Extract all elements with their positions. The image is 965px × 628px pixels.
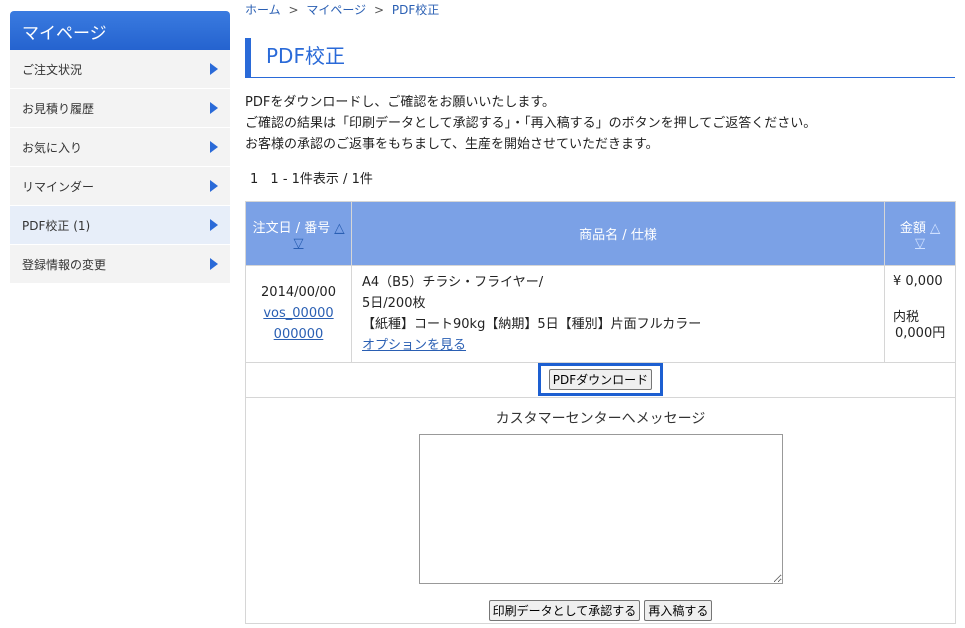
arrow-right-icon (210, 141, 218, 153)
breadcrumb-mypage-link[interactable]: マイページ (306, 3, 366, 17)
product-quantity: 5日/200枚 (362, 296, 426, 311)
approve-button[interactable]: 印刷データとして承認する (488, 600, 641, 621)
sidebar-item-order-status[interactable]: ご注文状況 (10, 50, 230, 89)
sidebar: マイページ ご注文状況 お見積り履歴 お気に入り リマインダー PDF校正 (1… (10, 11, 230, 284)
sort-asc-icon[interactable]: △ (334, 221, 344, 236)
resubmit-button[interactable]: 再入稿する (644, 600, 713, 621)
sidebar-item-quote-history[interactable]: お見積り履歴 (10, 89, 230, 128)
pager: 1 1 - 1件表示 / 1件 (245, 168, 955, 187)
sidebar-item-pdf-proof[interactable]: PDF校正 (1) (10, 206, 230, 245)
arrow-right-icon (210, 219, 218, 231)
arrow-right-icon (210, 102, 218, 114)
sidebar-item-account-settings[interactable]: 登録情報の変更 (10, 245, 230, 284)
tax-label: 内税 (893, 310, 920, 325)
page-number: 1 (250, 172, 259, 187)
sidebar-item-label: ご注文状況 (22, 62, 83, 77)
breadcrumb-separator: > (288, 3, 299, 17)
action-buttons: 印刷データとして承認する 再入稿する (246, 600, 955, 621)
header-order-date: 注文日 / 番号 △ ▽ (245, 201, 352, 266)
arrow-right-icon (210, 180, 218, 192)
intro-line: ご確認の結果は「印刷データとして承認する」・「再入稿する」のボタンを押してご返答… (245, 116, 817, 131)
header-product: 商品名 / 仕様 (351, 201, 885, 266)
sidebar-item-label: お気に入り (22, 140, 83, 155)
intro-line: PDFをダウンロードし、ご確認をお願いいたします。 (245, 95, 556, 110)
breadcrumb-separator: > (373, 3, 385, 17)
sort-asc-icon[interactable]: △ (930, 221, 940, 236)
download-row: PDFダウンロード (245, 362, 956, 398)
breadcrumb-current: PDF校正 (391, 3, 440, 17)
arrow-right-icon (210, 258, 218, 270)
sidebar-title: マイページ (10, 11, 230, 50)
sidebar-item-label: PDF校正 (1) (22, 218, 91, 233)
options-link[interactable]: オプションを見る (362, 338, 466, 353)
sidebar-item-label: 登録情報の変更 (22, 257, 107, 272)
order-number-link[interactable]: vos_00000 000000 (263, 306, 333, 342)
message-row: カスタマーセンターへメッセージ 印刷データとして承認する 再入稿する (245, 397, 956, 624)
breadcrumb-home-link[interactable]: ホーム (245, 3, 281, 17)
main-content: ホーム > マイページ > PDF校正 PDF校正 PDFをダウンロードし、ご確… (245, 0, 956, 624)
header-amount: 金額 △ ▽ (884, 201, 956, 266)
product-name: A4（B5）チラシ・フライヤー/ (362, 275, 544, 290)
message-label: カスタマーセンターへメッセージ (495, 411, 706, 427)
product-cell: A4（B5）チラシ・フライヤー/ 5日/200枚 【紙種】コート90kg【納期】… (351, 265, 885, 363)
order-date: 2014/00/00 (261, 285, 336, 300)
product-spec: 【紙種】コート90kg【納期】5日【種別】片面フルカラー (362, 317, 702, 332)
table-header-row: 注文日 / 番号 △ ▽ 商品名 / 仕様 金額 △ ▽ (245, 201, 956, 266)
message-textarea[interactable] (418, 434, 783, 584)
page-title: PDF校正 (245, 38, 955, 78)
sidebar-item-reminder[interactable]: リマインダー (10, 167, 230, 206)
order-date-cell: 2014/00/00 vos_00000 000000 (245, 265, 352, 363)
price-cell: ¥ 0,000 内税 0,000円 (884, 265, 956, 363)
download-highlight: PDFダウンロード (537, 363, 664, 396)
sidebar-item-label: お見積り履歴 (22, 101, 95, 116)
breadcrumb: ホーム > マイページ > PDF校正 (245, 0, 955, 20)
orders-table: 注文日 / 番号 △ ▽ 商品名 / 仕様 金額 △ ▽ 2014/00/00 … (245, 201, 956, 624)
intro-line: お客様の承認のご返事をもちまして、生産を開始させていただきます。 (245, 137, 659, 152)
result-count: 1 - 1件表示 / 1件 (270, 172, 373, 187)
sidebar-item-favorites[interactable]: お気に入り (10, 128, 230, 167)
sidebar-item-label: リマインダー (22, 179, 95, 194)
table-row: 2014/00/00 vos_00000 000000 A4（B5）チラシ・フライ… (245, 265, 956, 363)
tax-value: 0,000円 (895, 326, 946, 341)
sort-desc-icon[interactable]: ▽ (915, 236, 925, 251)
pdf-download-button[interactable]: PDFダウンロード (548, 369, 653, 390)
arrow-right-icon (210, 63, 218, 75)
intro-text: PDFをダウンロードし、ご確認をお願いいたします。 ご確認の結果は「印刷データと… (245, 92, 955, 155)
price: ¥ 0,000 (893, 274, 943, 289)
sort-desc-icon[interactable]: ▽ (294, 236, 304, 251)
